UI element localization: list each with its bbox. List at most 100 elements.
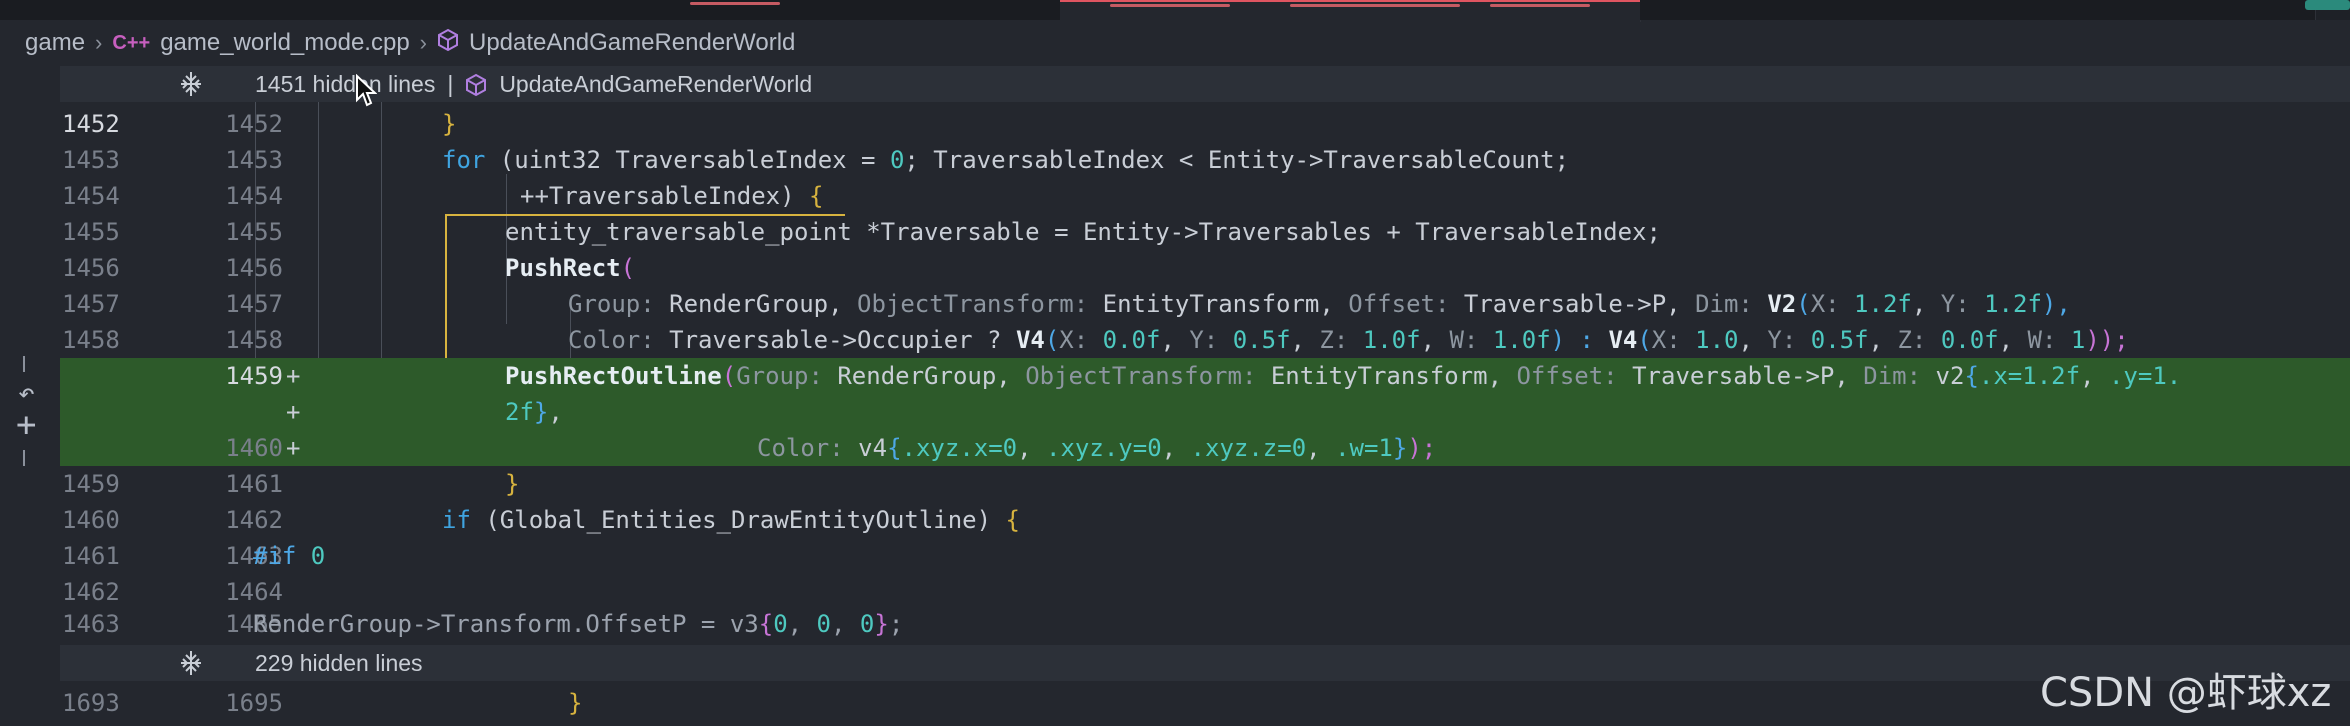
code-line[interactable]: 1462 1464 xyxy=(60,574,2350,610)
editor-tab-active[interactable] xyxy=(1060,0,1641,22)
code-token: (uint32 TraversableIndex = xyxy=(485,146,890,174)
code-token: 1 xyxy=(1378,434,1393,462)
code-token: v2 xyxy=(1921,362,1965,390)
code-token: ), xyxy=(2041,290,2071,318)
code-token: Dim: xyxy=(1695,290,1753,318)
code-token: entity_traversable_point xyxy=(505,218,867,246)
code-token: 1.0f xyxy=(1478,326,1551,354)
editor-tab[interactable] xyxy=(780,0,1061,20)
code-token: 1.0f xyxy=(1348,326,1421,354)
code-token: 0.5f xyxy=(1218,326,1291,354)
line-number-new: 1456 xyxy=(225,254,283,282)
code-token: , xyxy=(1868,326,1898,354)
code-token: , xyxy=(831,610,860,638)
line-number-old: 1463 xyxy=(62,610,120,638)
code-token: Offset: xyxy=(1516,362,1618,390)
code-token: , xyxy=(1306,434,1336,462)
breadcrumb-symbol[interactable]: UpdateAndGameRenderWorld xyxy=(469,29,795,57)
line-number-old: 1452 xyxy=(62,110,120,138)
editor-tab[interactable] xyxy=(1640,0,1866,20)
code-line[interactable]: 1459 1461 } xyxy=(60,466,2350,502)
code-token: X: xyxy=(1810,290,1840,318)
editor-tab[interactable] xyxy=(1865,0,2316,20)
code-token: } xyxy=(442,110,457,138)
code-line[interactable]: 1463 1465 RenderGroup->Transform.OffsetP… xyxy=(60,606,2350,642)
watermark: CSDN @虾球xz xyxy=(2040,670,2332,716)
line-number-old: 1459 xyxy=(62,470,120,498)
code-token: .xyz.z= xyxy=(1190,434,1292,462)
code-token: 0.5f xyxy=(1796,326,1869,354)
code-token: ( xyxy=(721,362,737,390)
code-token: 0 xyxy=(889,146,905,174)
code-token: , xyxy=(1160,326,1190,354)
code-line-added[interactable]: 1459 + PushRectOutline(Group: RenderGrou… xyxy=(60,358,2350,394)
expand-icon[interactable] xyxy=(178,649,204,684)
code-token: Color: xyxy=(757,434,844,462)
code-token: 2f xyxy=(505,398,534,426)
code-token: } xyxy=(533,398,549,426)
code-token: W: xyxy=(2027,326,2057,354)
code-token: Offset: xyxy=(1348,290,1450,318)
code-token: W: xyxy=(1449,326,1479,354)
code-line[interactable]: 1458 1458 Color: Traversable->Occupier ?… xyxy=(60,322,2350,358)
code-token: , xyxy=(1161,434,1191,462)
code-token: .x= xyxy=(1978,362,2023,390)
code-token: 0 xyxy=(773,610,788,638)
fold-symbol[interactable]: UpdateAndGameRenderWorld xyxy=(499,71,812,98)
line-number-new: 1464 xyxy=(225,578,283,606)
line-number-old: 1457 xyxy=(62,290,120,318)
code-line-added[interactable]: 1460 + Color: v4{.xyz.x=0, .xyz.y=0, .xy… xyxy=(60,430,2350,466)
code-token: Y: xyxy=(1189,326,1219,354)
code-line[interactable]: 1456 1456 PushRect( xyxy=(60,250,2350,286)
code-token: 1.0 xyxy=(1680,326,1739,354)
breadcrumb-root[interactable]: game xyxy=(25,29,85,57)
code-token: ; xyxy=(888,610,904,638)
code-token: V4 xyxy=(1015,326,1045,354)
expand-icon[interactable] xyxy=(178,70,204,105)
code-token: { xyxy=(758,610,774,638)
editor-tab[interactable] xyxy=(0,0,201,20)
code-line[interactable]: 1461 1463 #if 0 xyxy=(60,538,2350,574)
code-token: ObjectTransform: xyxy=(1025,362,1257,390)
code-line[interactable]: 1453 1453 for (uint32 TraversableIndex =… xyxy=(60,142,2350,178)
code-token: , xyxy=(1290,326,1320,354)
line-number-old: 1455 xyxy=(62,218,120,246)
code-token: ++TraversableIndex) xyxy=(520,182,809,210)
code-token: 1.2f xyxy=(1839,290,1912,318)
line-number-old: 1454 xyxy=(62,182,120,210)
code-line-added-wrap[interactable]: + 2f}, xyxy=(60,394,2350,430)
breadcrumb: game › C++ game_world_mode.cpp › UpdateA… xyxy=(0,22,2350,64)
code-token: 0 xyxy=(859,610,875,638)
editor-tab[interactable] xyxy=(200,0,381,20)
code-line[interactable]: 1452 1452 } xyxy=(60,106,2350,142)
line-number-old: 1693 xyxy=(62,689,120,717)
diff-gutter-controls: ↶ + xyxy=(14,352,44,472)
code-token: , xyxy=(1420,326,1450,354)
code-token: 0.0f xyxy=(1088,326,1161,354)
editor-tab[interactable] xyxy=(380,0,781,20)
code-line[interactable]: 1460 1462 if (Global_Entities_DrawEntity… xyxy=(60,502,2350,538)
hidden-lines-bar-bottom[interactable]: 229 hidden lines xyxy=(60,645,2350,681)
code-token: Group: xyxy=(736,362,823,390)
code-token: PushRectOutline xyxy=(505,362,722,390)
chevron-right-icon: › xyxy=(419,30,427,55)
code-token: ObjectTransform: xyxy=(857,290,1089,318)
code-token: Traversable->P, xyxy=(1449,290,1696,318)
mouse-cursor-icon xyxy=(356,74,377,107)
code-token: Y: xyxy=(1940,290,1970,318)
stage-hunk-icon[interactable]: + xyxy=(16,408,36,442)
code-line[interactable]: 1455 1455 entity_traversable_point *Trav… xyxy=(60,214,2350,250)
code-line[interactable]: 1457 1457 Group: RenderGroup, ObjectTran… xyxy=(60,286,2350,322)
line-number-new: 1462 xyxy=(225,506,283,534)
code-token: { xyxy=(1005,506,1020,534)
code-token: .y= xyxy=(2108,362,2153,390)
code-line[interactable]: 1454 1454 ++TraversableIndex) { xyxy=(60,178,2350,214)
code-token: { xyxy=(887,434,902,462)
added-marker: + xyxy=(286,434,301,462)
line-number-old: 1461 xyxy=(62,542,120,570)
code-line[interactable]: 1693 1695 } xyxy=(60,685,2350,721)
hidden-lines-bar-top[interactable]: 1451 hidden lines | UpdateAndGameRenderW… xyxy=(60,66,2350,102)
breadcrumb-file[interactable]: game_world_mode.cpp xyxy=(160,29,409,57)
line-number-new: 1695 xyxy=(225,689,283,717)
hidden-lines-label: 229 hidden lines xyxy=(255,650,423,676)
